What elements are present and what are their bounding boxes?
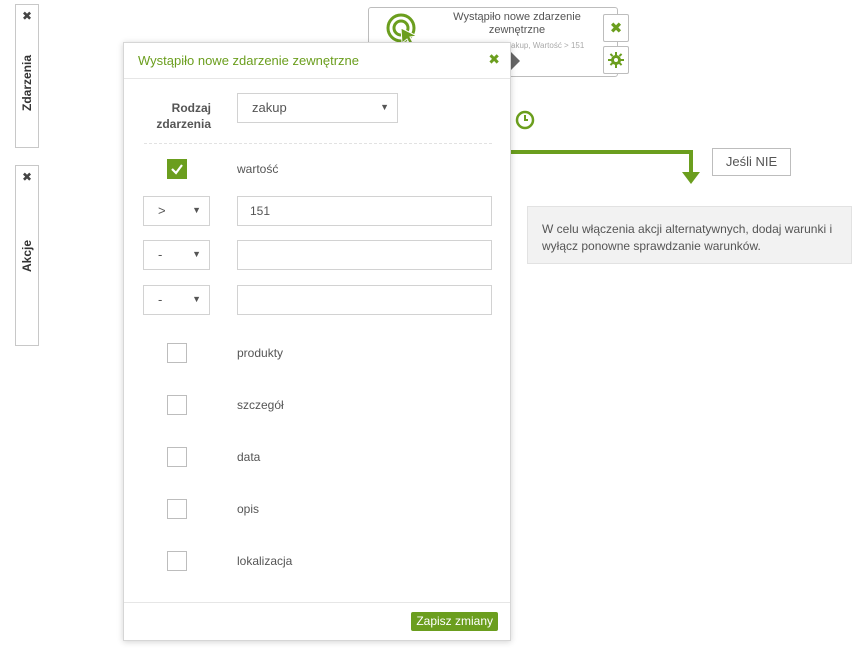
close-icon[interactable]: ✖ bbox=[488, 51, 500, 68]
flow-node-subtitle: zakup, Wartość > 151 bbox=[507, 41, 585, 50]
field-checkbox-date[interactable] bbox=[167, 447, 187, 467]
condition-operator-value: - bbox=[158, 292, 163, 307]
clock-icon[interactable] bbox=[515, 110, 535, 130]
modal-header: Wystąpiło nowe zdarzenie zewnętrzne ✖ bbox=[124, 43, 510, 79]
event-type-select[interactable]: zakup ▼ bbox=[237, 93, 398, 123]
close-icon[interactable]: ✖ bbox=[16, 170, 38, 184]
field-label-date: data bbox=[237, 450, 261, 464]
if-no-branch-button[interactable]: Jeśli NIE bbox=[712, 148, 791, 176]
condition-value-input[interactable] bbox=[237, 240, 492, 270]
node-delete-button[interactable]: ✖ bbox=[603, 14, 629, 42]
modal-title: Wystąpiło nowe zdarzenie zewnętrzne bbox=[138, 53, 359, 68]
condition-value-input[interactable]: 151 bbox=[237, 196, 492, 226]
field-label-location: lokalizacja bbox=[237, 554, 293, 568]
flow-connector-line bbox=[510, 150, 693, 154]
flow-connector-line bbox=[689, 150, 693, 174]
field-checkbox-detail[interactable] bbox=[167, 395, 187, 415]
flow-arrow-down-icon bbox=[682, 172, 700, 184]
modal-footer bbox=[124, 602, 510, 603]
condition-operator-select[interactable]: - ▼ bbox=[143, 240, 210, 270]
condition-operator-value: - bbox=[158, 247, 163, 262]
chevron-down-icon: ▼ bbox=[192, 294, 201, 304]
condition-value-input[interactable] bbox=[237, 285, 492, 315]
sidebar-tab-events-label: Zdarzenia bbox=[20, 54, 34, 112]
sidebar-tab-actions-label: Akcje bbox=[20, 239, 34, 273]
node-settings-button[interactable] bbox=[603, 46, 629, 74]
info-message: W celu włączenia akcji alternatywnych, d… bbox=[527, 206, 852, 264]
field-label-products: produkty bbox=[237, 346, 284, 360]
field-checkbox-description[interactable] bbox=[167, 499, 187, 519]
field-label-description: opis bbox=[237, 502, 260, 516]
close-icon[interactable]: ✖ bbox=[16, 9, 38, 23]
divider bbox=[144, 143, 492, 144]
chevron-down-icon: ▼ bbox=[380, 102, 389, 112]
field-checkbox-products[interactable] bbox=[167, 343, 187, 363]
condition-operator-select[interactable]: > ▼ bbox=[143, 196, 210, 226]
sidebar-tab-actions[interactable]: ✖ Akcje bbox=[15, 165, 39, 346]
event-type-label: Rodzaj zdarzenia bbox=[156, 101, 211, 131]
gear-icon bbox=[608, 52, 624, 68]
event-settings-modal: Wystąpiło nowe zdarzenie zewnętrzne ✖ Ro… bbox=[123, 42, 511, 641]
field-label-value: wartość bbox=[237, 162, 279, 176]
event-type-value: zakup bbox=[252, 100, 287, 115]
flow-node-title: Wystąpiło nowe zdarzenie zewnętrzne bbox=[453, 11, 581, 36]
condition-operator-select[interactable]: - ▼ bbox=[143, 285, 210, 315]
flow-node-connector bbox=[511, 52, 520, 70]
close-icon: ✖ bbox=[609, 20, 623, 37]
field-label-detail: szczegół bbox=[237, 398, 284, 412]
chevron-down-icon: ▼ bbox=[192, 249, 201, 259]
checkmark-icon bbox=[171, 164, 183, 175]
field-checkbox-location[interactable] bbox=[167, 551, 187, 571]
sidebar-tab-events[interactable]: ✖ Zdarzenia bbox=[15, 4, 39, 148]
field-checkbox-value[interactable] bbox=[167, 159, 187, 179]
condition-operator-value: > bbox=[158, 203, 166, 218]
chevron-down-icon: ▼ bbox=[192, 205, 201, 215]
save-changes-button[interactable]: Zapisz zmiany bbox=[411, 612, 498, 631]
